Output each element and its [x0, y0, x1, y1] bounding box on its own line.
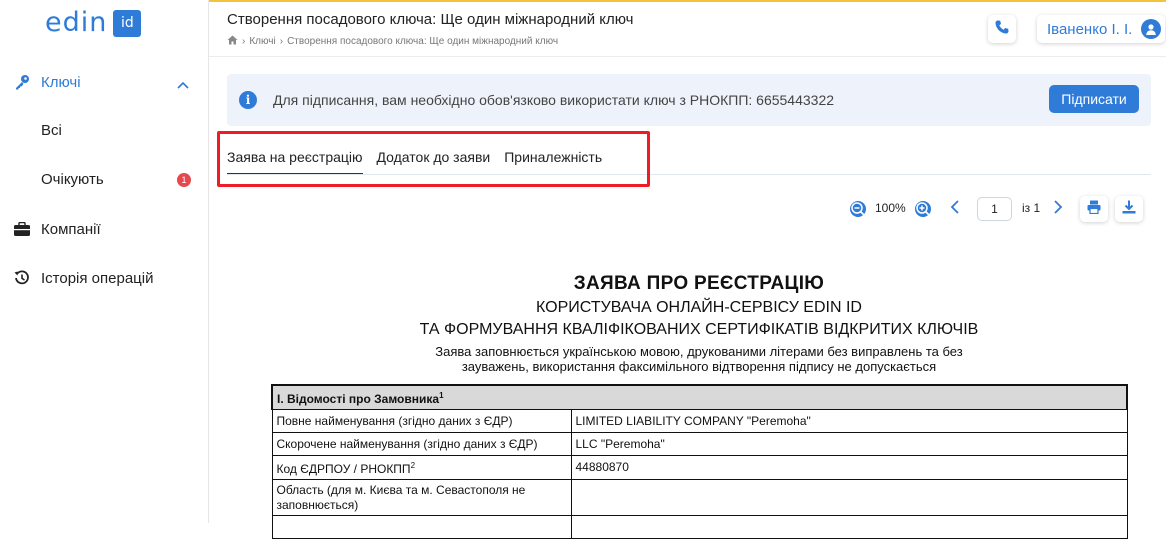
- row-value: 44880870: [570, 455, 1128, 480]
- user-name: Іваненко І. І.: [1047, 20, 1133, 38]
- breadcrumb-item: Створення посадового ключа: Ще один міжн…: [287, 36, 559, 47]
- table-section-header: І. Відомості про Замовника1: [271, 384, 1128, 410]
- zoom-level: 100%: [875, 201, 906, 215]
- applicant-info-table: І. Відомості про Замовника1 Повне наймен…: [271, 384, 1128, 539]
- row-value: LLC "Peremoha": [570, 432, 1128, 456]
- document-note: Заява заповнюється українською мовою, др…: [435, 344, 963, 374]
- logo-badge: id: [113, 9, 142, 37]
- table-row: Скорочене найменування (згідно даних з Є…: [271, 432, 1128, 456]
- row-value: LIMITED LIABILITY COMPANY "Peremoha": [570, 409, 1128, 433]
- row-value: [570, 479, 1128, 516]
- sidebar-item-label: Історія операцій: [41, 269, 154, 287]
- user-menu-button[interactable]: Іваненко І. І.: [1037, 15, 1165, 43]
- sidebar-item-all[interactable]: Всі: [41, 122, 62, 139]
- document-subtitle: ТА ФОРМУВАННЯ КВАЛІФІКОВАНИХ СЕРТИФІКАТІ…: [419, 321, 979, 338]
- row-label: [271, 515, 572, 539]
- printer-icon: [1087, 200, 1101, 219]
- sidebar: edin id Ключі Всі Очікують 1 Компанії Іс…: [0, 0, 209, 523]
- key-icon: [14, 74, 30, 90]
- sidebar-item-pending[interactable]: Очікують: [41, 171, 104, 188]
- sign-button[interactable]: Підписати: [1049, 85, 1139, 113]
- home-icon[interactable]: [227, 35, 238, 48]
- briefcase-icon: [14, 221, 30, 237]
- next-page-icon[interactable]: [1053, 199, 1063, 220]
- table-row: Код ЄДРПОУ / РНОКПП2 44880870: [271, 455, 1128, 480]
- print-button[interactable]: [1080, 196, 1108, 222]
- highlight-box: [217, 131, 650, 187]
- row-label: Код ЄДРПОУ / РНОКПП2: [271, 455, 572, 480]
- prev-page-icon[interactable]: [950, 199, 960, 220]
- zoom-out-icon[interactable]: [850, 201, 866, 217]
- sidebar-item-label: Ключі: [41, 73, 81, 91]
- sidebar-item-keys[interactable]: Ключі: [0, 62, 209, 102]
- section-title: І. Відомості про Замовника1: [271, 384, 1128, 410]
- download-icon: [1122, 200, 1136, 219]
- sidebar-item-history[interactable]: Історія операцій: [0, 258, 209, 298]
- user-avatar-icon: [1141, 19, 1161, 39]
- row-label: Повне найменування (згідно даних з ЄДР): [271, 409, 572, 433]
- history-icon: [14, 270, 30, 286]
- document-title: ЗАЯВА ПРО РЕЄСТРАЦІЮ: [573, 273, 825, 294]
- logo-text: edin: [45, 7, 108, 38]
- zoom-in-icon[interactable]: [915, 201, 931, 217]
- info-icon: i: [239, 91, 257, 109]
- page-count: із 1: [1022, 201, 1041, 215]
- info-banner: i Для підписання, вам необхідно обов'язк…: [227, 74, 1151, 126]
- chevron-right-icon: ›: [279, 36, 284, 47]
- phone-button[interactable]: [988, 15, 1016, 43]
- download-button[interactable]: [1115, 196, 1143, 222]
- document-subtitle: КОРИСТУВАЧА ОНЛАЙН-СЕРВІСУ EDIN ID: [536, 299, 862, 316]
- row-label: Область (для м. Києва та м. Севастополя …: [271, 479, 572, 516]
- page-title: Створення посадового ключа: Ще один міжн…: [227, 11, 634, 28]
- page-number-input[interactable]: 1: [977, 197, 1012, 221]
- chevron-up-icon: [177, 76, 189, 93]
- breadcrumb: › Ключі › Створення посадового ключа: Ще…: [227, 35, 558, 48]
- header-divider: [209, 56, 1166, 57]
- breadcrumb-item[interactable]: Ключі: [249, 36, 275, 47]
- phone-icon: [995, 20, 1009, 39]
- banner-text: Для підписання, вам необхідно обов'язков…: [273, 92, 835, 108]
- row-label: Скорочене найменування (згідно даних з Є…: [271, 432, 572, 456]
- table-row: Повне найменування (згідно даних з ЄДР) …: [271, 409, 1128, 433]
- chevron-right-icon: ›: [242, 36, 246, 47]
- logo[interactable]: edin id: [45, 7, 142, 38]
- table-row: [271, 515, 1128, 539]
- sidebar-item-companies[interactable]: Компанії: [0, 209, 209, 249]
- sidebar-item-label: Компанії: [41, 220, 101, 238]
- pending-count-badge: 1: [177, 173, 191, 187]
- table-row: Область (для м. Києва та м. Севастополя …: [271, 479, 1128, 516]
- row-value: [570, 515, 1128, 539]
